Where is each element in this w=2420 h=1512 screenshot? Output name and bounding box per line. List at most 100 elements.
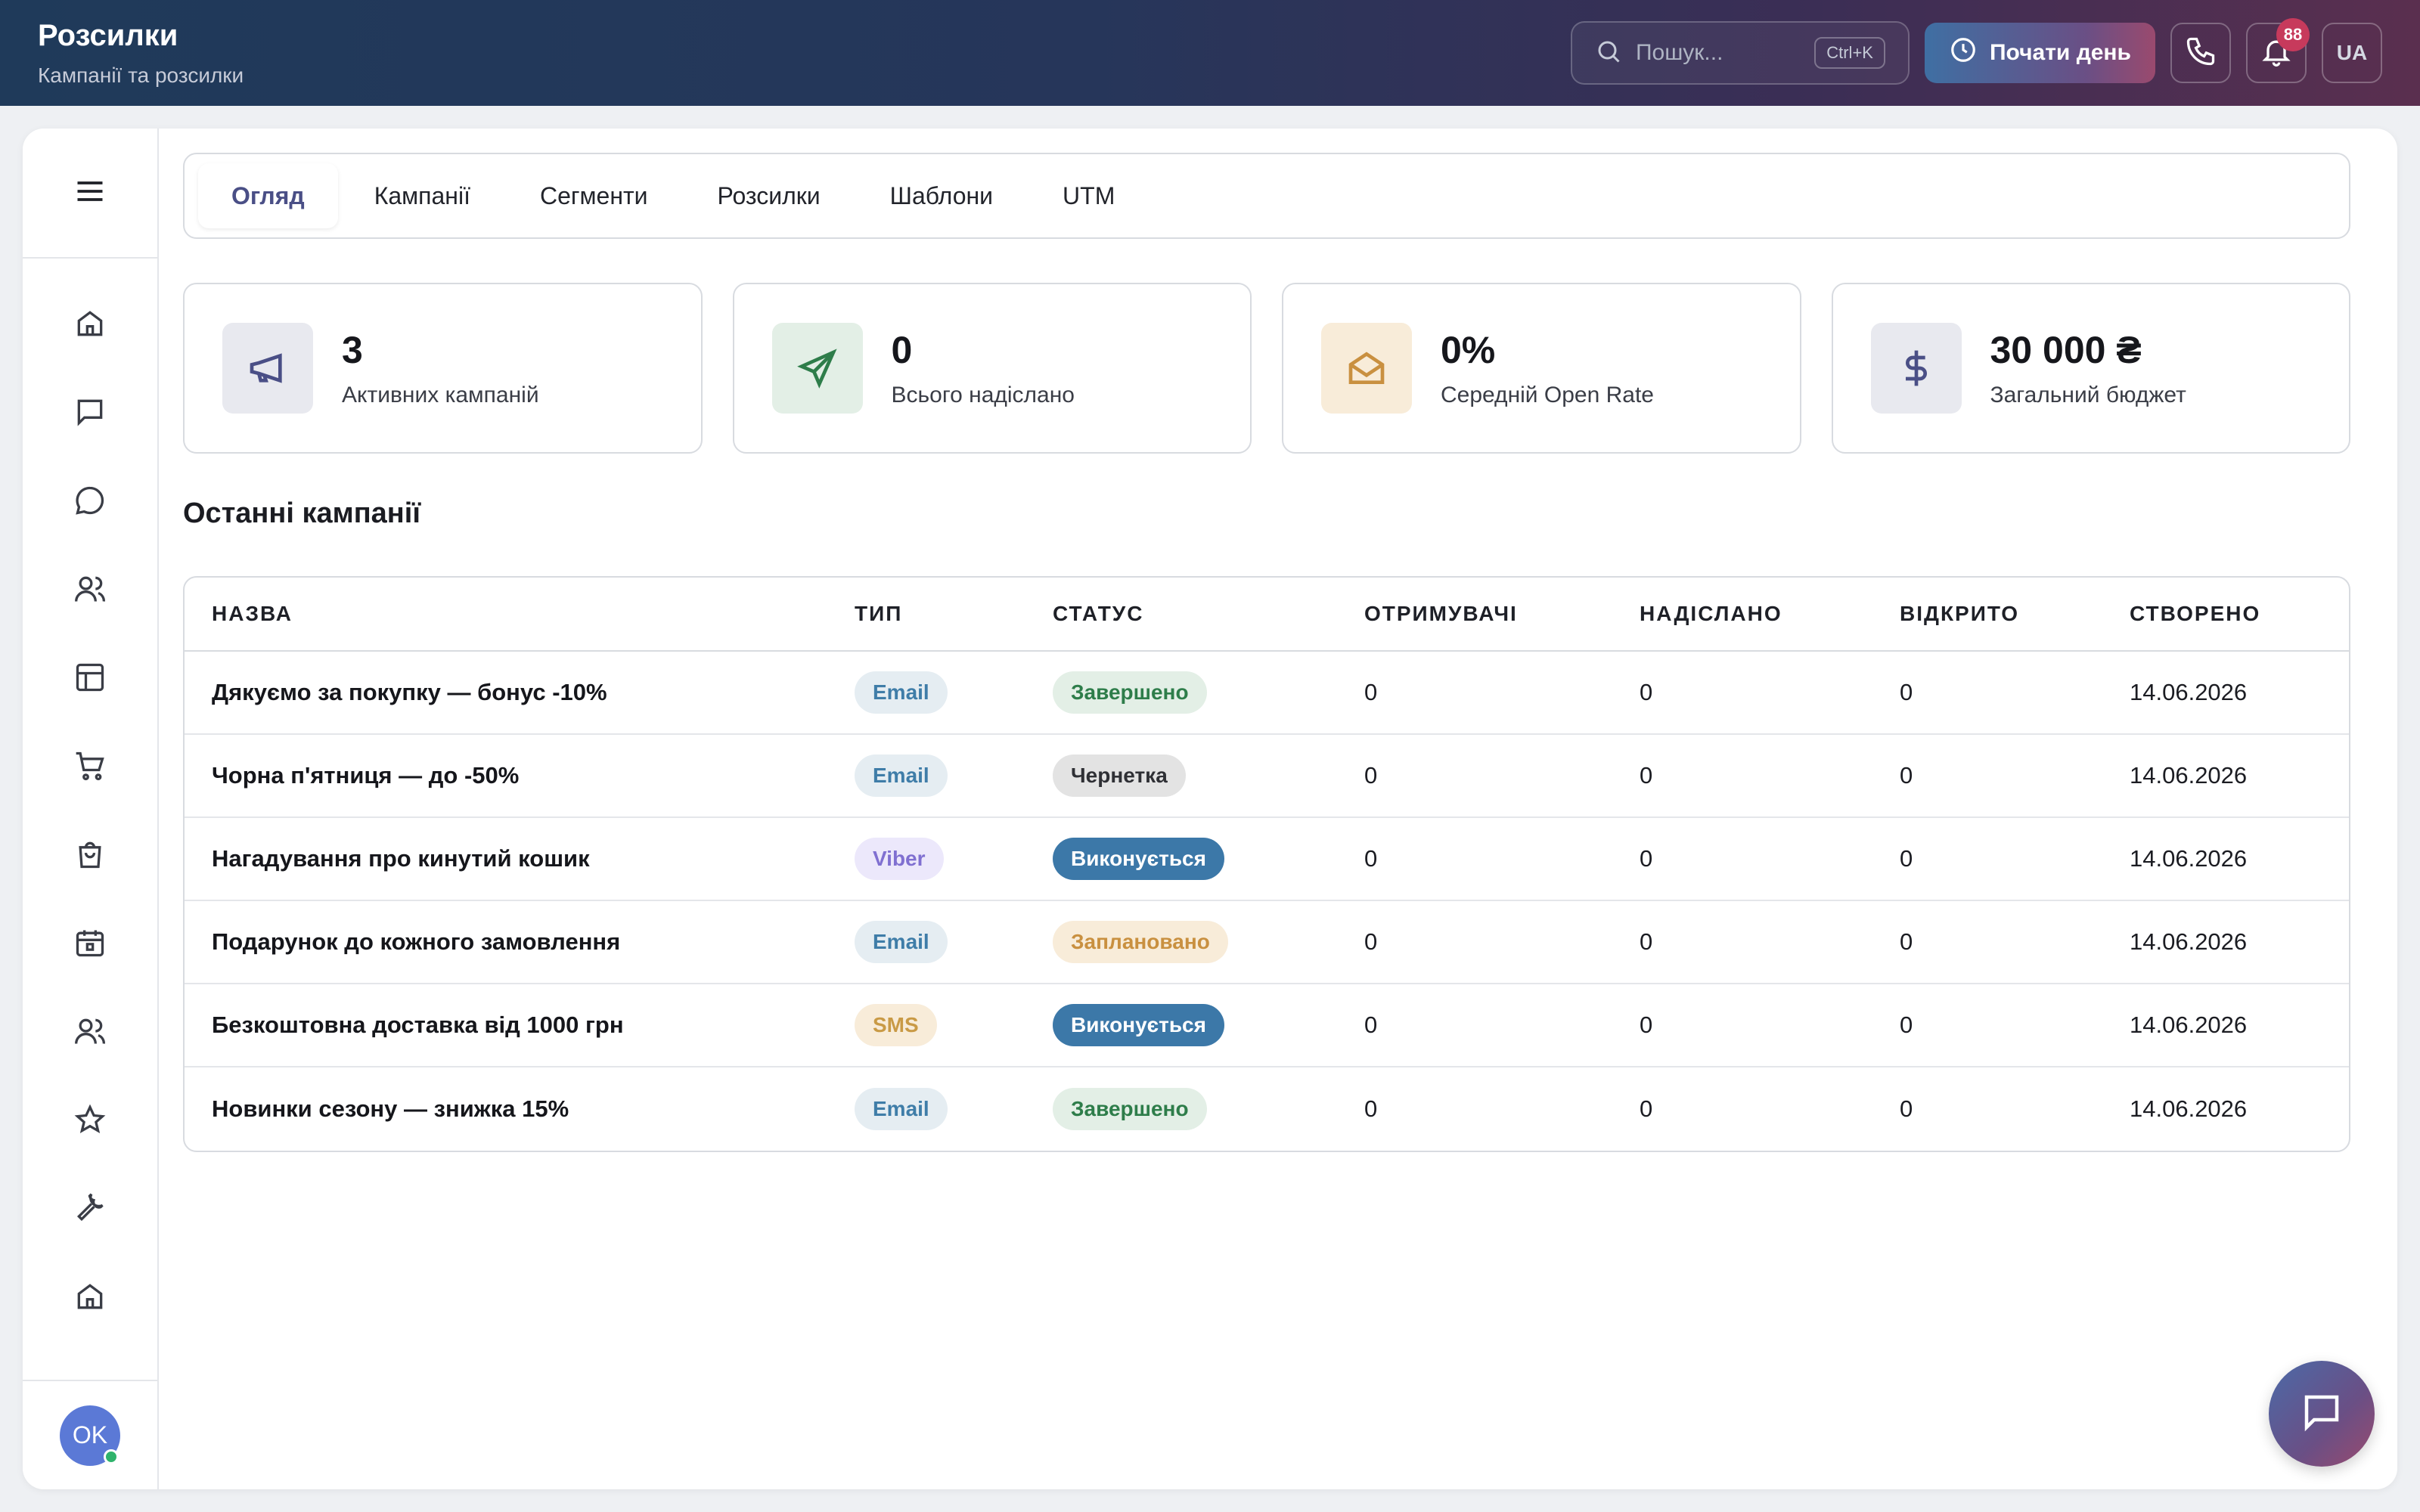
sidebar-item-chat[interactable] — [23, 458, 157, 547]
start-day-button[interactable]: Почати день — [1924, 23, 2155, 83]
campaign-name: Чорна п'ятниця — до -50% — [212, 762, 520, 789]
tab-segments[interactable]: Сегменти — [507, 163, 681, 228]
stat-value: 3 — [342, 329, 363, 371]
section-title: Останні кампанії — [183, 497, 421, 529]
tab-overview[interactable]: Огляд — [198, 163, 338, 228]
sidebar-item-home[interactable] — [23, 281, 157, 370]
search-input[interactable]: Пошук... Ctrl+K — [1570, 21, 1910, 85]
column-header-name[interactable]: НАЗВА — [185, 602, 827, 626]
stat-label: Середній Open Rate — [1441, 383, 1654, 407]
stat-label: Всього надіслано — [891, 383, 1075, 407]
recipients-count: 0 — [1364, 1012, 1378, 1038]
notifications-button[interactable]: 88 — [2246, 18, 2310, 83]
stat-value: 30 000 ₴ — [1990, 329, 2142, 371]
sidebar-item-messages[interactable] — [23, 370, 157, 458]
message-square-icon — [73, 395, 107, 432]
language-label: UA — [2336, 41, 2368, 64]
sidebar-item-calendar[interactable] — [23, 900, 157, 989]
stat-card-total-sent: 0 Всього надіслано — [732, 283, 1252, 454]
dollar-icon — [1870, 323, 1962, 414]
chat-icon — [2299, 1390, 2344, 1439]
avatar[interactable]: OK — [60, 1405, 120, 1466]
clock-icon — [1949, 36, 1978, 70]
recipients-count: 0 — [1364, 679, 1378, 705]
user-area: OK — [23, 1380, 157, 1489]
type-badge: SMS — [855, 1004, 937, 1046]
tab-templates[interactable]: Шаблони — [857, 163, 1026, 228]
tab-mailings[interactable]: Розсилки — [684, 163, 854, 228]
sent-count: 0 — [1640, 762, 1653, 789]
sent-count: 0 — [1640, 845, 1653, 872]
sidebar-item-layout[interactable] — [23, 635, 157, 723]
search-placeholder: Пошук... — [1635, 40, 1723, 65]
type-badge: Email — [855, 754, 948, 797]
search-icon — [1595, 38, 1622, 69]
table-row[interactable]: Безкоштовна доставка від 1000 грн SMS Ви… — [185, 984, 2349, 1067]
sidebar-item-cart[interactable] — [23, 723, 157, 812]
stat-label: Загальний бюджет — [1990, 383, 2186, 407]
building-icon — [73, 1280, 107, 1317]
column-header-status[interactable]: СТАТУС — [1025, 602, 1337, 626]
stat-value: 0% — [1441, 329, 1496, 371]
sent-count: 0 — [1640, 679, 1653, 705]
sidebar-item-orders[interactable] — [23, 812, 157, 900]
header-titles: Розсилки Кампанії та розсилки — [38, 19, 244, 88]
type-badge: Email — [855, 921, 948, 963]
phone-button[interactable] — [2170, 23, 2231, 83]
header-actions: Пошук... Ctrl+K Почати день 88 UA — [1570, 18, 2382, 85]
column-header-opened[interactable]: ВІДКРИТО — [1872, 602, 2102, 626]
created-date: 14.06.2026 — [2130, 679, 2248, 705]
users-icon — [73, 572, 107, 609]
table-row[interactable]: Новинки сезону — знижка 15% Email Заверш… — [185, 1067, 2349, 1151]
sidebar-item-warehouse[interactable] — [23, 1254, 157, 1343]
team-icon — [73, 1015, 107, 1052]
page-subtitle: Кампанії та розсилки — [38, 63, 244, 87]
table-row[interactable]: Подарунок до кожного замовлення Email За… — [185, 901, 2349, 984]
phone-icon — [2184, 35, 2217, 72]
created-date: 14.06.2026 — [2130, 928, 2248, 955]
calendar-icon — [73, 926, 107, 963]
opened-count: 0 — [1900, 679, 1913, 705]
megaphone-icon — [222, 323, 313, 414]
sidebar: OK — [23, 129, 159, 1489]
status-badge: Заплановано — [1053, 921, 1228, 963]
sidebar-item-team[interactable] — [23, 989, 157, 1077]
menu-toggle-button[interactable] — [23, 129, 157, 259]
stat-value: 0 — [891, 329, 913, 371]
column-header-created[interactable]: СТВОРЕНО — [2102, 602, 2349, 626]
avatar-initials: OK — [72, 1421, 108, 1448]
chat-bubble-icon — [73, 484, 107, 521]
sent-count: 0 — [1640, 928, 1653, 955]
column-header-recipients[interactable]: ОТРИМУВАЧІ — [1337, 602, 1612, 626]
language-button[interactable]: UA — [2322, 23, 2382, 83]
layout-icon — [73, 661, 107, 698]
stat-label: Активних кампаній — [342, 383, 539, 407]
sidebar-nav — [23, 259, 157, 1343]
opened-count: 0 — [1900, 928, 1913, 955]
table-row[interactable]: Дякуємо за покупку — бонус -10% Email За… — [185, 652, 2349, 735]
stats-cards: 3 Активних кампаній 0 Всього надіслано 0… — [183, 283, 2350, 454]
sidebar-item-tools[interactable] — [23, 1166, 157, 1254]
tab-bar: Огляд Кампанії Сегменти Розсилки Шаблони… — [183, 153, 2350, 239]
table-row[interactable]: Чорна п'ятниця — до -50% Email Чернетка … — [185, 735, 2349, 818]
table-row[interactable]: Нагадування про кинутий кошик Viber Вико… — [185, 818, 2349, 901]
campaigns-table: НАЗВА ТИП СТАТУС ОТРИМУВАЧІ НАДІСЛАНО ВІ… — [183, 576, 2350, 1152]
chat-fab-button[interactable] — [2269, 1361, 2375, 1467]
tab-campaigns[interactable]: Кампанії — [341, 163, 504, 228]
stat-card-budget: 30 000 ₴ Загальний бюджет — [1831, 283, 2350, 454]
column-header-sent[interactable]: НАДІСЛАНО — [1612, 602, 1872, 626]
stat-card-open-rate: 0% Середній Open Rate — [1282, 283, 1801, 454]
sidebar-item-contacts[interactable] — [23, 547, 157, 635]
column-header-type[interactable]: ТИП — [827, 602, 1025, 626]
type-badge: Viber — [855, 838, 944, 880]
created-date: 14.06.2026 — [2130, 1095, 2248, 1122]
sidebar-item-favorites[interactable] — [23, 1077, 157, 1166]
start-day-label: Почати день — [1989, 40, 2131, 65]
mail-open-icon — [1321, 323, 1412, 414]
status-badge: Виконується — [1053, 838, 1224, 880]
type-badge: Email — [855, 1088, 948, 1130]
tab-utm[interactable]: UTM — [1029, 163, 1148, 228]
opened-count: 0 — [1900, 1095, 1913, 1122]
hamburger-icon — [73, 175, 107, 212]
recipients-count: 0 — [1364, 762, 1378, 789]
